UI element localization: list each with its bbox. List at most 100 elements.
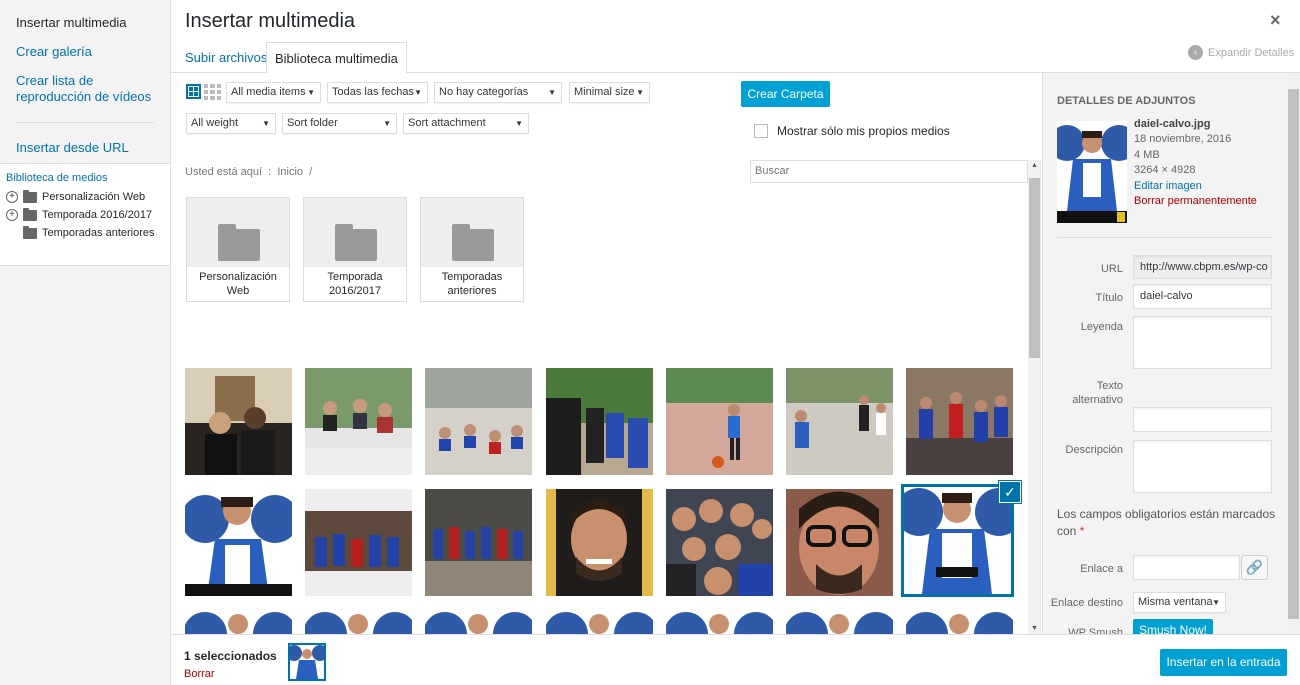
chevron-down-icon: ▼	[636, 88, 644, 97]
scroll-thumb[interactable]	[1029, 178, 1040, 358]
weight-filter[interactable]: All weight ▼	[186, 113, 276, 134]
media-thumbnail[interactable]	[425, 489, 532, 596]
insert-into-post-button[interactable]: Insertar en la entrada	[1160, 649, 1287, 676]
scroll-up-icon[interactable]: ▲	[1028, 162, 1041, 169]
only-mine-label: Mostrar sólo mis propios medios	[777, 124, 950, 138]
caption-field[interactable]	[1133, 316, 1272, 369]
media-thumbnail[interactable]	[305, 608, 412, 634]
media-thumbnail[interactable]	[906, 368, 1013, 475]
expand-icon[interactable]: +	[6, 209, 18, 221]
clear-selection-link[interactable]: Borrar	[184, 668, 215, 680]
required-fields-note: Los campos obligatorios están marcados c…	[1057, 507, 1276, 538]
media-thumbnail[interactable]	[305, 368, 412, 475]
grid-view-icon[interactable]	[186, 84, 201, 99]
sort-folder-select[interactable]: Sort folder ▼	[282, 113, 397, 134]
selected-thumbnail[interactable]	[288, 643, 326, 681]
chevron-down-icon: ▼	[383, 119, 391, 128]
link-target-select[interactable]: Misma ventana ▼	[1133, 592, 1226, 613]
size-filter[interactable]: Minimal size ▼	[569, 82, 650, 103]
attachment-filename: daiel-calvo.jpg	[1134, 118, 1211, 130]
chevron-left-icon: ‹	[1188, 45, 1203, 60]
media-thumbnail[interactable]	[786, 368, 893, 475]
main-scrollbar[interactable]: ▲ ▼	[1028, 160, 1041, 634]
media-thumbnail[interactable]	[666, 489, 773, 596]
expand-details-button[interactable]: ‹ Expandir Detalles	[1188, 45, 1294, 60]
media-thumbnail[interactable]	[786, 608, 893, 634]
media-sidebar: Insertar multimedia Crear galería Crear …	[0, 0, 171, 685]
media-type-filter[interactable]: All media items ▼	[226, 82, 321, 103]
delete-permanently-link[interactable]: Borrar permanentemente	[1134, 194, 1257, 209]
scroll-thumb[interactable]	[1288, 89, 1299, 619]
folder-label: Temporadas anteriores	[421, 267, 523, 301]
media-thumbnail[interactable]	[185, 608, 292, 634]
title-label: Título	[1095, 292, 1123, 304]
media-thumbnail[interactable]	[185, 489, 292, 596]
chevron-down-icon: ▼	[414, 88, 422, 97]
folder-icon	[335, 224, 377, 261]
edit-image-link[interactable]: Editar imagen	[1134, 179, 1202, 194]
tab-bar: Subir archivos Biblioteca multimedia	[171, 41, 1300, 74]
date-filter[interactable]: Todas las fechas ▼	[327, 82, 428, 103]
category-filter[interactable]: No hay categorías ▼	[434, 82, 562, 103]
folder-label: Personalización Web	[187, 267, 289, 301]
media-thumbnail[interactable]	[425, 368, 532, 475]
sort-attachment-select[interactable]: Sort attachment ▼	[403, 113, 529, 134]
selection-count: 1 seleccionados	[184, 649, 277, 663]
url-field[interactable]: http://www.cbpm.es/wp-co	[1133, 255, 1272, 279]
attachment-preview	[1057, 121, 1127, 223]
media-thumbnail[interactable]	[305, 489, 412, 596]
create-folder-button[interactable]: Crear Carpeta	[741, 81, 830, 107]
folder-tile[interactable]: Temporadas anteriores	[420, 197, 524, 302]
checkmark-icon[interactable]: ✓	[999, 481, 1021, 503]
create-video-playlist-link[interactable]: Crear lista de reproducción de vídeos	[16, 73, 156, 105]
chevron-down-icon: ▼	[515, 119, 523, 128]
folder-tile[interactable]: Personalización Web	[186, 197, 290, 302]
expand-icon[interactable]: +	[6, 191, 18, 203]
tree-item-temporadas-anteriores[interactable]: Temporadas anteriores	[6, 225, 155, 241]
sidebar-title: Insertar multimedia	[16, 15, 127, 30]
tab-media-library[interactable]: Biblioteca multimedia	[266, 42, 407, 74]
media-thumbnail[interactable]	[546, 489, 653, 596]
tree-item-personalizacion-web[interactable]: + Personalización Web	[6, 189, 145, 205]
media-thumbnail[interactable]	[786, 489, 893, 596]
description-label: Descripción	[1065, 444, 1123, 456]
folder-tile[interactable]: Temporada 2016/2017	[303, 197, 407, 302]
link-icon[interactable]: 🔗	[1241, 555, 1268, 580]
attachment-size: 4 MB	[1134, 149, 1160, 161]
details-divider	[1057, 237, 1272, 238]
tree-item-temporada-2016[interactable]: + Temporada 2016/2017	[6, 207, 152, 223]
list-view-icon[interactable]	[204, 84, 221, 100]
insert-from-url-link[interactable]: Insertar desde URL	[16, 140, 129, 156]
media-thumbnail[interactable]	[425, 608, 532, 634]
title-field[interactable]: daiel-calvo	[1133, 284, 1272, 309]
media-library-link[interactable]: Biblioteca de medios	[6, 172, 108, 184]
media-thumbnail[interactable]	[185, 368, 292, 475]
media-thumbnail[interactable]	[666, 608, 773, 634]
create-gallery-link[interactable]: Crear galería	[16, 44, 92, 60]
description-field[interactable]	[1133, 440, 1272, 493]
media-thumbnail[interactable]	[546, 608, 653, 634]
tree-item-label: Temporada 2016/2017	[42, 209, 153, 221]
media-thumbnail[interactable]	[666, 368, 773, 475]
checkbox[interactable]	[754, 124, 768, 138]
tab-upload-files[interactable]: Subir archivos	[177, 42, 275, 74]
media-thumbnail[interactable]	[546, 368, 653, 475]
search-input[interactable]: Buscar	[750, 160, 1028, 183]
chevron-down-icon: ▼	[548, 88, 556, 97]
alt-text-label: Texto alternativo	[1072, 380, 1123, 406]
close-icon[interactable]: ×	[1270, 10, 1281, 31]
link-to-field[interactable]	[1133, 555, 1240, 580]
chevron-down-icon: ▼	[307, 88, 315, 97]
details-heading: DETALLES DE ADJUNTOS	[1057, 95, 1196, 107]
only-mine-checkbox[interactable]: Mostrar sólo mis propios medios	[754, 124, 950, 138]
details-scrollbar[interactable]	[1287, 73, 1300, 634]
link-target-label: Enlace destino	[1050, 597, 1123, 609]
folder-icon	[23, 207, 37, 221]
media-thumbnail-selected[interactable]	[901, 484, 1014, 597]
scroll-down-icon[interactable]: ▼	[1028, 625, 1041, 632]
attachment-dimensions: 3264 × 4928	[1134, 164, 1196, 176]
media-thumbnail[interactable]	[906, 608, 1013, 634]
alt-text-field[interactable]	[1133, 407, 1272, 432]
caption-label: Leyenda	[1080, 321, 1123, 333]
